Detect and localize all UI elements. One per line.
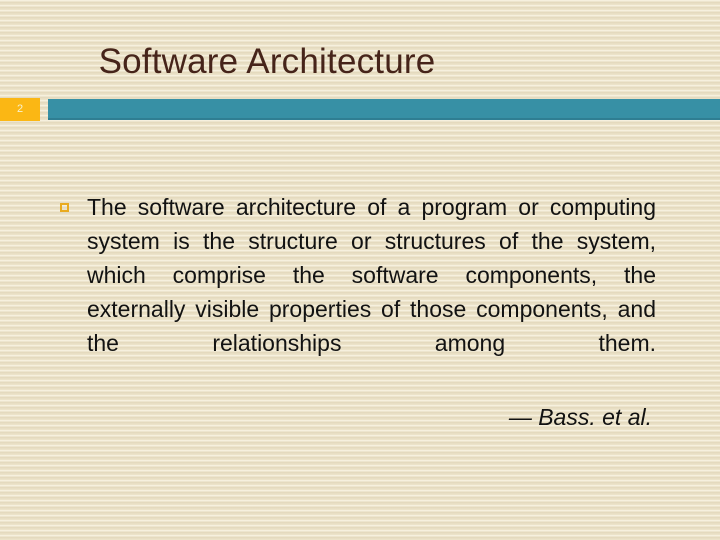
attribution-text: — Bass. et al. bbox=[508, 404, 652, 430]
list-item-text: The software architecture of a program o… bbox=[87, 194, 656, 356]
page-title: Software Architecture bbox=[98, 41, 436, 81]
title-area: Software Architecture bbox=[0, 34, 534, 90]
list-item: The software architecture of a program o… bbox=[60, 190, 656, 394]
slide: Software Architecture 2 The software arc… bbox=[0, 0, 720, 540]
title-divider-row: 2 bbox=[0, 98, 720, 121]
divider-bar bbox=[48, 99, 720, 120]
slide-number-badge: 2 bbox=[0, 98, 40, 121]
hollow-square-bullet-icon bbox=[60, 203, 69, 212]
body-content: The software architecture of a program o… bbox=[60, 190, 656, 432]
